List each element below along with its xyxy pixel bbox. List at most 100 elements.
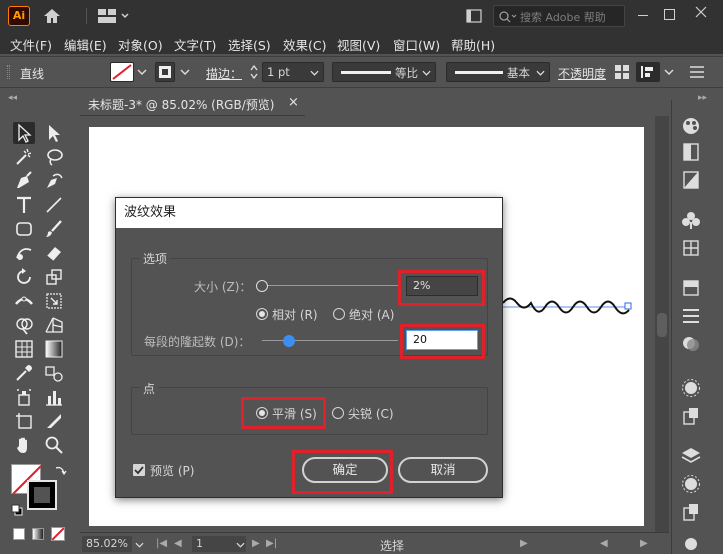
column-graph-tool-icon[interactable]: [43, 386, 65, 408]
recolor-icon[interactable]: [615, 65, 629, 79]
collapse-left-icon[interactable]: ◂◂: [8, 93, 17, 103]
last-artboard-icon[interactable]: ▶|: [266, 538, 277, 549]
mesh-tool-icon[interactable]: [13, 338, 35, 360]
free-transform-tool-icon[interactable]: [43, 290, 65, 312]
color-mode-icon[interactable]: [13, 528, 25, 540]
menu-view[interactable]: 视图(V): [337, 35, 380, 54]
align-panel-icon[interactable]: [680, 306, 702, 326]
workspace-switcher-icon[interactable]: [466, 9, 482, 23]
rotate-tool-icon[interactable]: [13, 266, 35, 288]
default-colors-icon[interactable]: [11, 504, 23, 516]
artboards-panel-icon[interactable]: [680, 502, 702, 522]
gradient-mode-icon[interactable]: [32, 528, 44, 540]
stroke-label[interactable]: 描边：: [206, 65, 242, 82]
curvature-tool-icon[interactable]: [43, 170, 65, 192]
gradient-tool-icon[interactable]: [43, 338, 65, 360]
document-tab[interactable]: 未标题-3* @ 85.02% (RGB/预览) ×: [80, 92, 305, 116]
chevron-down-icon[interactable]: [137, 69, 147, 75]
corner-label[interactable]: 尖锐 (C): [348, 405, 394, 422]
scroll-left-arrow[interactable]: ◀: [600, 538, 608, 549]
appearance-panel-icon[interactable]: [680, 378, 702, 398]
eraser-tool-icon[interactable]: [43, 242, 65, 264]
menu-edit[interactable]: 编辑(E): [64, 35, 107, 54]
size-slider[interactable]: [256, 280, 402, 292]
preview-checkbox[interactable]: [133, 464, 145, 476]
menu-type[interactable]: 文字(T): [174, 35, 216, 54]
shape-builder-tool-icon[interactable]: [13, 314, 35, 336]
previous-artboard-icon[interactable]: ◀: [174, 538, 182, 549]
none-mode-icon[interactable]: [51, 527, 65, 541]
menu-effect[interactable]: 效果(C): [283, 35, 326, 54]
blend-tool-icon[interactable]: [43, 362, 65, 384]
ridges-slider-knob[interactable]: [283, 335, 295, 347]
chevron-down-icon[interactable]: [664, 69, 674, 75]
menu-help[interactable]: 帮助(H): [451, 35, 495, 54]
stroke-panel-icon[interactable]: [680, 278, 702, 298]
slice-tool-icon[interactable]: [43, 410, 65, 432]
size-slider-knob[interactable]: [256, 280, 268, 292]
search-input[interactable]: 搜索 Adobe 帮助: [493, 5, 625, 27]
menu-select[interactable]: 选择(S): [228, 35, 271, 54]
hand-tool-icon[interactable]: [13, 434, 35, 456]
first-artboard-icon[interactable]: |◀: [156, 538, 167, 549]
fill-swatch[interactable]: [110, 62, 134, 82]
scrollbar-thumb[interactable]: [657, 313, 667, 337]
more-panels-icon[interactable]: [680, 534, 702, 554]
swatches-panel-icon[interactable]: [680, 238, 702, 258]
relative-label[interactable]: 相对 (R): [272, 306, 318, 323]
wave-path[interactable]: [503, 292, 635, 322]
absolute-label[interactable]: 绝对 (A): [349, 306, 394, 323]
graphic-styles-icon[interactable]: [680, 406, 702, 426]
color-panel-icon[interactable]: [680, 116, 702, 136]
next-artboard-icon[interactable]: ▶: [252, 538, 260, 549]
eyedropper-tool-icon[interactable]: [13, 362, 35, 384]
rectangle-tool-icon[interactable]: [13, 218, 35, 240]
shaper-tool-icon[interactable]: [13, 242, 35, 264]
stepper-icon[interactable]: [249, 63, 259, 81]
corner-radio[interactable]: [332, 407, 344, 419]
symbol-sprayer-tool-icon[interactable]: [13, 386, 35, 408]
menu-window[interactable]: 窗口(W): [393, 35, 440, 54]
asset-export-icon[interactable]: [680, 474, 702, 494]
chevron-down-icon[interactable]: [135, 542, 144, 548]
brush-definition[interactable]: 基本: [446, 62, 550, 82]
close-window-icon[interactable]: [694, 5, 708, 19]
lasso-tool-icon[interactable]: [43, 146, 65, 168]
layers-panel-icon[interactable]: [680, 446, 702, 466]
color-guide-icon[interactable]: [680, 142, 702, 162]
stroke-swatch[interactable]: [155, 62, 175, 82]
scroll-right-arrow[interactable]: ▶: [640, 538, 648, 549]
close-tab-icon[interactable]: ×: [288, 95, 299, 110]
stroke-weight-field[interactable]: 1 pt: [262, 62, 324, 82]
pen-tool-icon[interactable]: [13, 170, 35, 192]
gradient-panel-icon[interactable]: [680, 170, 702, 190]
status-menu-arrow[interactable]: ▶: [520, 538, 528, 549]
menu-object[interactable]: 对象(O): [118, 35, 163, 54]
restore-icon[interactable]: [664, 9, 675, 20]
opacity-label[interactable]: 不透明度: [558, 65, 606, 82]
stroke-color[interactable]: [27, 480, 57, 510]
magic-wand-tool-icon[interactable]: [13, 146, 35, 168]
zoom-field[interactable]: 85.02%: [82, 536, 132, 552]
menu-file[interactable]: 文件(F): [10, 35, 52, 54]
zoom-tool-icon[interactable]: [43, 434, 65, 456]
panel-menu-icon[interactable]: [690, 66, 704, 78]
arrange-documents-icon[interactable]: [98, 9, 130, 23]
direct-selection-tool-icon[interactable]: [43, 122, 65, 144]
variable-width-profile[interactable]: 等比: [332, 62, 436, 82]
line-segment-tool-icon[interactable]: [43, 194, 65, 216]
home-icon[interactable]: [42, 7, 62, 25]
chevron-down-icon[interactable]: [180, 69, 190, 75]
minimize-icon[interactable]: [638, 15, 648, 16]
scale-tool-icon[interactable]: [43, 266, 65, 288]
perspective-grid-tool-icon[interactable]: [43, 314, 65, 336]
relative-radio[interactable]: [256, 308, 268, 320]
type-tool-icon[interactable]: [13, 194, 35, 216]
ridges-slider[interactable]: [256, 335, 402, 347]
chevron-down-icon[interactable]: [236, 542, 245, 548]
absolute-radio[interactable]: [333, 308, 345, 320]
selection-tool-icon[interactable]: [13, 122, 35, 144]
preview-label[interactable]: 预览 (P): [150, 462, 194, 479]
symbols-panel-icon[interactable]: [680, 210, 702, 230]
swap-colors-icon[interactable]: [53, 464, 67, 478]
